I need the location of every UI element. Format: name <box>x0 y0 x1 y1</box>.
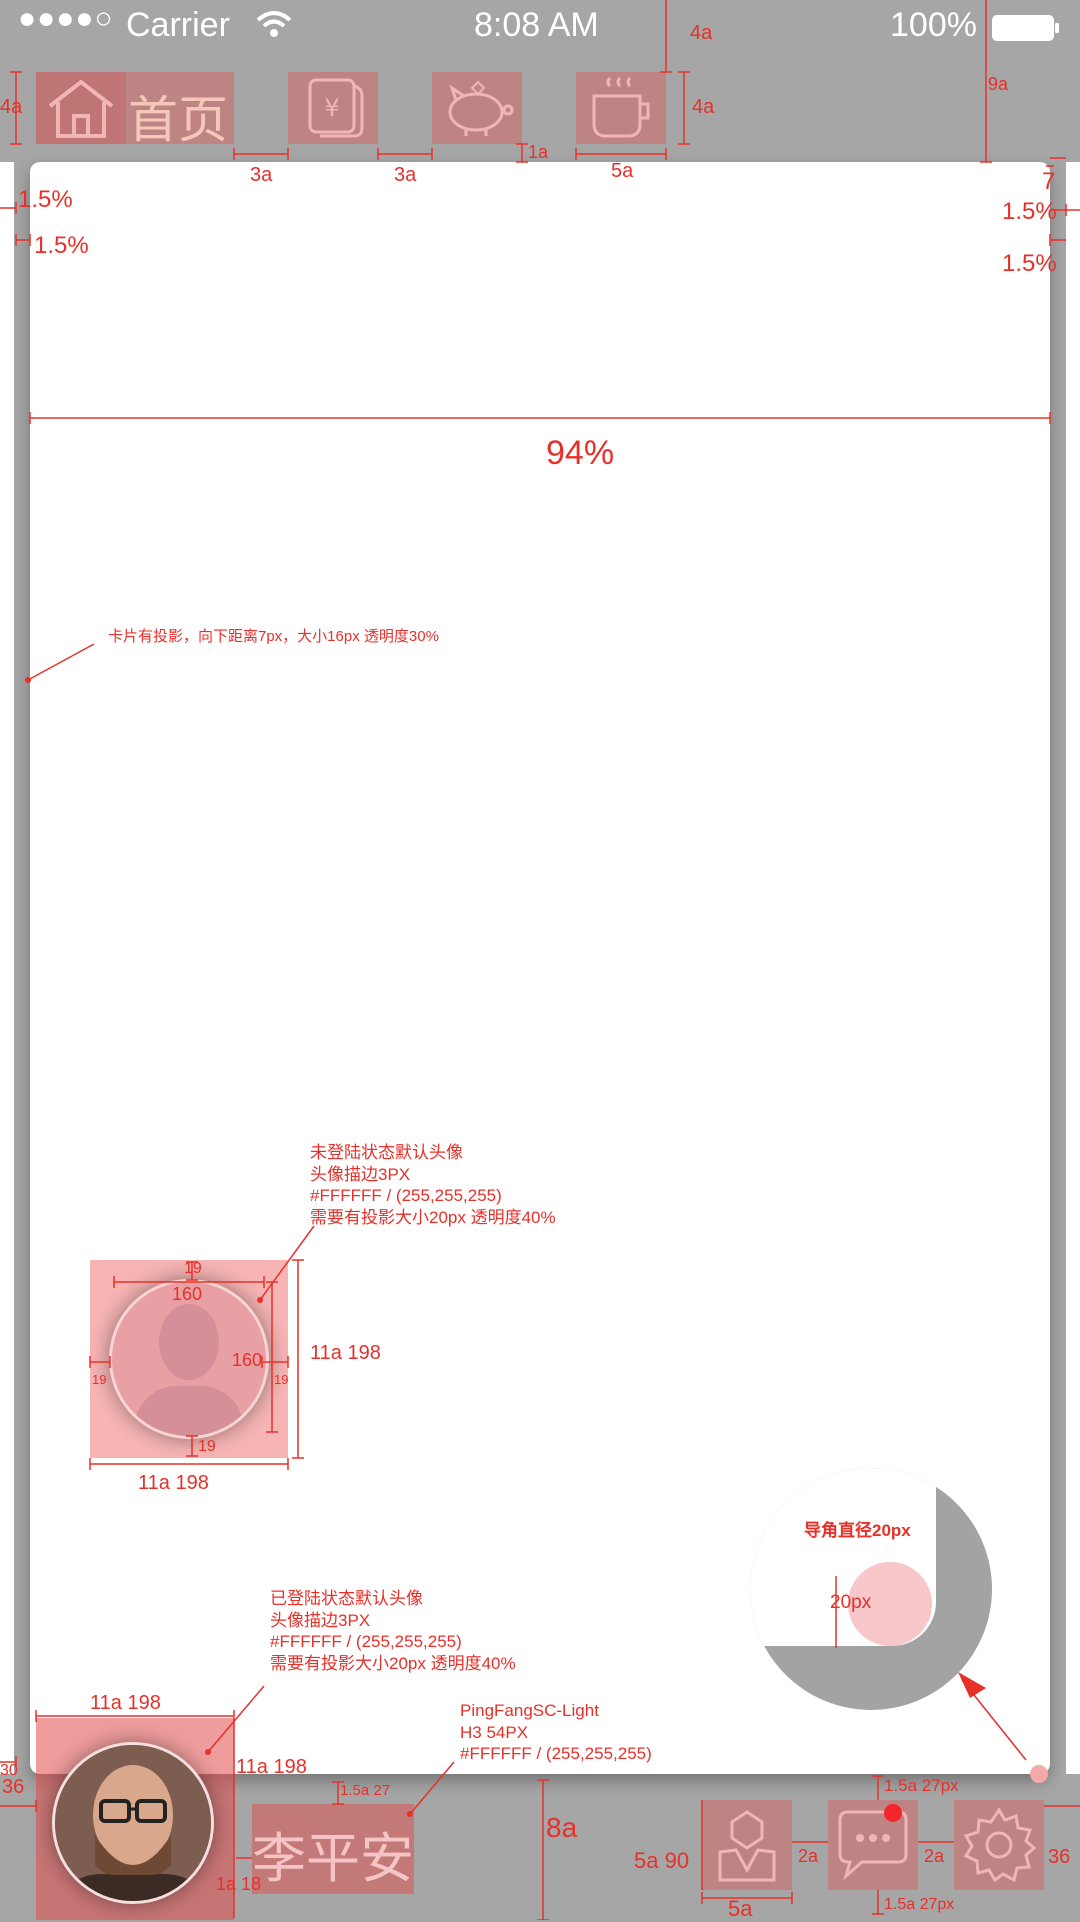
dim-avatar-bottom: 11a 198 <box>138 1472 209 1494</box>
note-user-line-2: 头像描边3PX <box>270 1610 371 1630</box>
user-photo-icon <box>55 1745 211 1901</box>
battery-percent: 100% <box>890 6 977 44</box>
note-user-line-1: 已登陆状态默认头像 <box>270 1589 423 1608</box>
coffee-icon <box>592 76 650 138</box>
user-avatar[interactable] <box>52 1742 214 1904</box>
dim-top-9a: 9a <box>988 74 1009 94</box>
note-font-line-1: PingFangSC-Light <box>460 1701 599 1720</box>
dim-avatar-19-left: 19 <box>92 1372 107 1387</box>
piggy-nav-item[interactable] <box>432 72 522 144</box>
corner-marker-dot <box>1030 1765 1048 1783</box>
dim-name-side: 1a 18 <box>216 1874 262 1894</box>
dim-icon-5a-90: 5a 90 <box>634 1848 690 1873</box>
dim-card-width: 94% <box>546 434 615 472</box>
radius-value: 20px <box>830 1592 872 1613</box>
dim-avatar-19-bottom: 19 <box>198 1438 216 1455</box>
battery-icon <box>992 12 1060 51</box>
note-font-line-3: #FFFFFF / (255,255,255) <box>460 1744 652 1763</box>
dim-name-gap: 1.5a 27 <box>340 1782 391 1799</box>
notification-dot <box>884 1804 902 1822</box>
note-guest-line-1: 未登陆状态默认头像 <box>310 1143 463 1162</box>
dim-avatar-19-right: 19 <box>274 1372 289 1387</box>
note-font-spec: PingFangSC-Light H3 54PX #FFFFFF / (255,… <box>460 1700 652 1765</box>
chat-button[interactable] <box>828 1800 918 1890</box>
dim-top-4a: 4a <box>690 22 713 44</box>
wifi-icon <box>254 8 294 49</box>
dim-icon-5a-bottom: 5a <box>728 1896 753 1921</box>
dim-right-pct-2: 1.5% <box>1002 250 1057 277</box>
dim-right-36: 36 <box>1048 1846 1071 1868</box>
svg-text:¥: ¥ <box>324 94 339 122</box>
home-icon <box>48 79 114 138</box>
note-user-avatar: 已登陆状态默认头像 头像描边3PX #FFFFFF / (255,255,255… <box>270 1588 516 1674</box>
profile-button[interactable] <box>702 1800 792 1890</box>
dim-avatar-160-w: 160 <box>172 1284 203 1304</box>
money-nav-item[interactable]: ¥ <box>288 72 378 144</box>
status-bar: ●●●●○ Carrier 8:08 AM 100% <box>0 0 1080 56</box>
profile-icon <box>718 1810 776 1882</box>
dim-bottom-15a: 1.5a 27px <box>884 1896 955 1913</box>
settings-button[interactable] <box>954 1800 1044 1890</box>
coffee-nav-item[interactable] <box>576 72 666 144</box>
note-guest-line-3: #FFFFFF / (255,255,255) <box>310 1186 502 1205</box>
dim-logged-right: 11a 198 <box>236 1756 307 1778</box>
dim-avatar-19-top: 19 <box>184 1260 202 1277</box>
corner-zoom-callout <box>750 1468 992 1710</box>
note-guest-avatar: 未登陆状态默认头像 头像描边3PX #FFFFFF / (255,255,255… <box>310 1142 556 1228</box>
note-font-line-2: H3 54PX <box>460 1722 529 1742</box>
dim-gap-1a: 1a <box>528 142 549 162</box>
dim-right-7: 7 <box>1042 168 1056 195</box>
dim-right-pct-1: 1.5% <box>1002 198 1057 225</box>
dim-top-15a: 1.5a 27px <box>884 1776 959 1795</box>
next-card-edge[interactable] <box>1066 162 1080 1774</box>
note-user-line-3: #FFFFFF / (255,255,255) <box>270 1632 462 1651</box>
settings-icon <box>963 1807 1037 1883</box>
dim-bottom-8a: 8a <box>546 1812 578 1843</box>
dim-avatar-side: 11a 198 <box>310 1342 381 1364</box>
dim-right-4a: 4a <box>692 96 715 118</box>
dim-left-4a: 4a <box>0 96 23 118</box>
note-card-shadow: 卡片有投影，向下距离7px，大小16px 透明度30% <box>108 628 439 645</box>
signal-icon: ●●●●○ <box>18 2 114 35</box>
clock: 8:08 AM <box>474 6 599 44</box>
dim-avatar-160-h: 160 <box>232 1350 263 1370</box>
carrier-label: Carrier <box>126 6 230 44</box>
previous-card-edge[interactable] <box>0 162 14 1774</box>
user-name: 李平安 <box>252 1829 414 1889</box>
piggy-bank-icon <box>448 80 514 136</box>
note-user-line-4: 需要有投影大小20px 透明度40% <box>270 1653 516 1673</box>
home-nav-item[interactable]: 首页 <box>36 72 234 148</box>
radius-label: 导角直径20px <box>804 1521 911 1540</box>
money-icon: ¥ <box>308 78 364 138</box>
dim-gap-3a-2: 3a <box>394 164 417 186</box>
note-guest-line-4: 需要有投影大小20px 透明度40% <box>310 1207 556 1227</box>
dim-left-36: 36 <box>2 1776 25 1798</box>
dim-left-pct-1: 1.5% <box>18 186 73 213</box>
dim-logged-top: 11a 198 <box>90 1692 161 1714</box>
note-guest-line-2: 头像描边3PX <box>310 1164 411 1184</box>
dim-gap-3a-1: 3a <box>250 164 273 186</box>
dim-gap-2a-2: 2a <box>924 1846 945 1866</box>
dim-icon-5a: 5a <box>611 160 634 182</box>
dim-left-pct-2: 1.5% <box>34 232 89 259</box>
chat-icon <box>838 1810 908 1881</box>
home-label: 首页 <box>128 92 228 148</box>
dim-gap-2a-1: 2a <box>798 1846 819 1866</box>
